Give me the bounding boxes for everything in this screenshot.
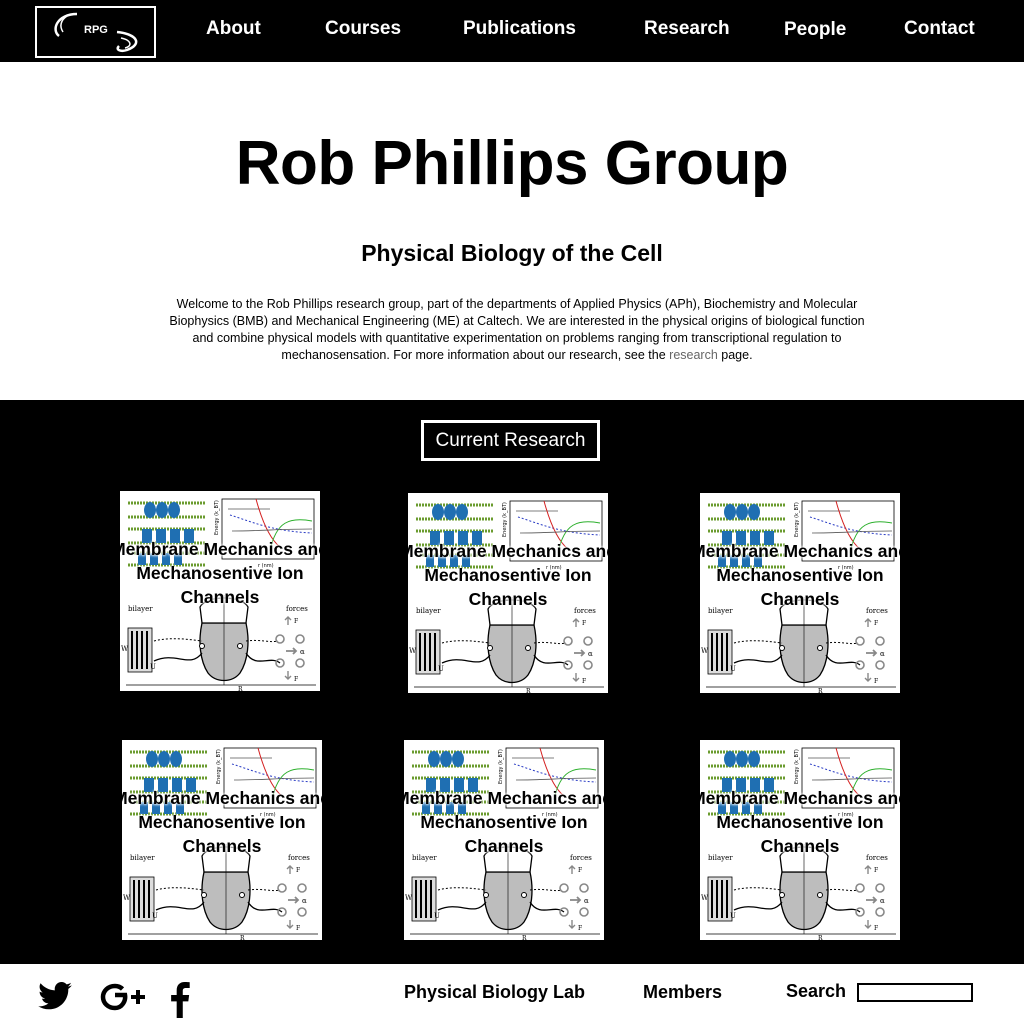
research-card-title: Membrane Mechanics and Mechanosentive Io…: [700, 788, 900, 856]
search-input[interactable]: [857, 983, 973, 1002]
label-w: W: [409, 647, 417, 655]
label-f-top: F: [296, 867, 300, 874]
page-subtitle: Physical Biology of the Cell: [361, 240, 663, 266]
label-r: R: [240, 935, 245, 940]
label-r: R: [818, 935, 823, 940]
research-card-title: Membrane Mechanics and Mechanosentive Io…: [408, 541, 608, 609]
label-r: R: [818, 688, 823, 693]
research-card[interactable]: Energy (k_BT) r (nm) bilayer inclusion f…: [700, 740, 900, 940]
facebook-icon[interactable]: [168, 982, 192, 1018]
mechanics-schematic: bilayer inclusion forces W U F α F R: [123, 844, 318, 940]
logo-text: RPG: [84, 24, 108, 36]
nav-people-link[interactable]: People: [784, 19, 846, 41]
research-card-title: Membrane Mechanics and Mechanosentive Io…: [120, 539, 320, 607]
mechanics-schematic: bilayer inclusion forces W U F α F R: [701, 844, 896, 940]
plot-ylabel: Energy (k_BT): [794, 749, 800, 784]
logo-link[interactable]: RPG: [35, 6, 156, 58]
research-card-title: Membrane Mechanics and Mechanosentive Io…: [122, 788, 322, 856]
nav-courses-link[interactable]: Courses: [325, 18, 401, 40]
page-title: Rob Phillips Group: [235, 129, 789, 198]
label-alpha: α: [584, 897, 589, 905]
nav-research-link[interactable]: Research: [644, 18, 730, 40]
plot-ylabel: Energy (k_BT): [214, 500, 220, 535]
label-f-bottom: F: [578, 925, 582, 932]
label-alpha: α: [302, 897, 307, 905]
plot-ylabel: Energy (k_BT): [498, 749, 504, 784]
search-label: Search: [786, 981, 847, 1001]
mechanics-schematic: bilayer inclusion forces W U F α F R: [405, 844, 600, 940]
google-plus-icon[interactable]: [100, 982, 148, 1012]
twitter-icon[interactable]: [38, 982, 72, 1010]
mechanics-schematic: bilayer inclusion forces W U F α F R: [121, 595, 316, 691]
label-w: W: [701, 894, 709, 902]
top-nav: RPG About Courses Publications Research …: [0, 0, 1024, 62]
label-u: U: [434, 912, 440, 920]
current-research-button[interactable]: Current Research: [421, 420, 600, 461]
label-u: U: [152, 912, 158, 920]
label-u: U: [730, 912, 736, 920]
plot-ylabel: Energy (k_BT): [502, 502, 508, 537]
intro-paragraph: Welcome to the Rob Phillips research gro…: [160, 296, 874, 364]
plot-ylabel: Energy (k_BT): [794, 502, 800, 537]
mechanics-schematic: bilayer inclusion forces W U F α F R: [409, 597, 604, 693]
nav-about-link[interactable]: About: [206, 18, 261, 40]
label-w: W: [121, 645, 129, 653]
label-r: R: [526, 688, 531, 693]
research-inline-link[interactable]: research: [669, 348, 718, 362]
research-card[interactable]: Energy (k_BT) r (nm) bilayer inclusion f…: [700, 493, 900, 693]
nav-publications-link[interactable]: Publications: [463, 18, 576, 40]
label-w: W: [405, 894, 413, 902]
label-alpha: α: [588, 650, 593, 658]
label-alpha: α: [880, 650, 885, 658]
research-card[interactable]: Energy (k_BT) r (nm) bilayer inclusion f…: [122, 740, 322, 940]
label-u: U: [730, 665, 736, 673]
footer-members-link[interactable]: Members: [643, 982, 722, 1003]
label-f-top: F: [874, 620, 878, 627]
research-card-title: Membrane Mechanics and Mechanosentive Io…: [404, 788, 604, 856]
label-alpha: α: [300, 648, 305, 656]
label-f-bottom: F: [582, 678, 586, 685]
label-u: U: [438, 665, 444, 673]
label-f-top: F: [582, 620, 586, 627]
label-f-bottom: F: [874, 925, 878, 932]
label-f-bottom: F: [294, 676, 298, 683]
label-f-bottom: F: [296, 925, 300, 932]
label-r: R: [238, 686, 243, 691]
label-u: U: [150, 663, 156, 671]
nav-contact-link[interactable]: Contact: [904, 18, 975, 40]
research-section: Current Research Energy (k_BT) r (nm) bi…: [0, 400, 1024, 964]
intro-text-end: page.: [721, 348, 753, 362]
plot-ylabel: Energy (k_BT): [216, 749, 222, 784]
label-f-top: F: [578, 867, 582, 874]
label-f-top: F: [294, 618, 298, 625]
mechanics-schematic: bilayer inclusion forces W U F α F R: [701, 597, 896, 693]
intro-text: Welcome to the Rob Phillips research gro…: [169, 297, 865, 362]
footer-physical-biology-lab-link[interactable]: Physical Biology Lab: [404, 982, 585, 1003]
footer: Physical Biology Lab Members Search: [0, 964, 1024, 1024]
label-alpha: α: [880, 897, 885, 905]
label-w: W: [123, 894, 131, 902]
research-card[interactable]: Energy (k_BT) r (nm) bilayer inclusion f…: [408, 493, 608, 693]
label-w: W: [701, 647, 709, 655]
label-f-bottom: F: [874, 678, 878, 685]
label-r: R: [522, 935, 527, 940]
research-card[interactable]: Energy (k_BT) r (nm) bilayer inclusion f…: [120, 491, 320, 691]
research-card[interactable]: Energy (k_BT) r (nm) bilayer inclusion f…: [404, 740, 604, 940]
label-f-top: F: [874, 867, 878, 874]
research-card-title: Membrane Mechanics and Mechanosentive Io…: [700, 541, 900, 609]
